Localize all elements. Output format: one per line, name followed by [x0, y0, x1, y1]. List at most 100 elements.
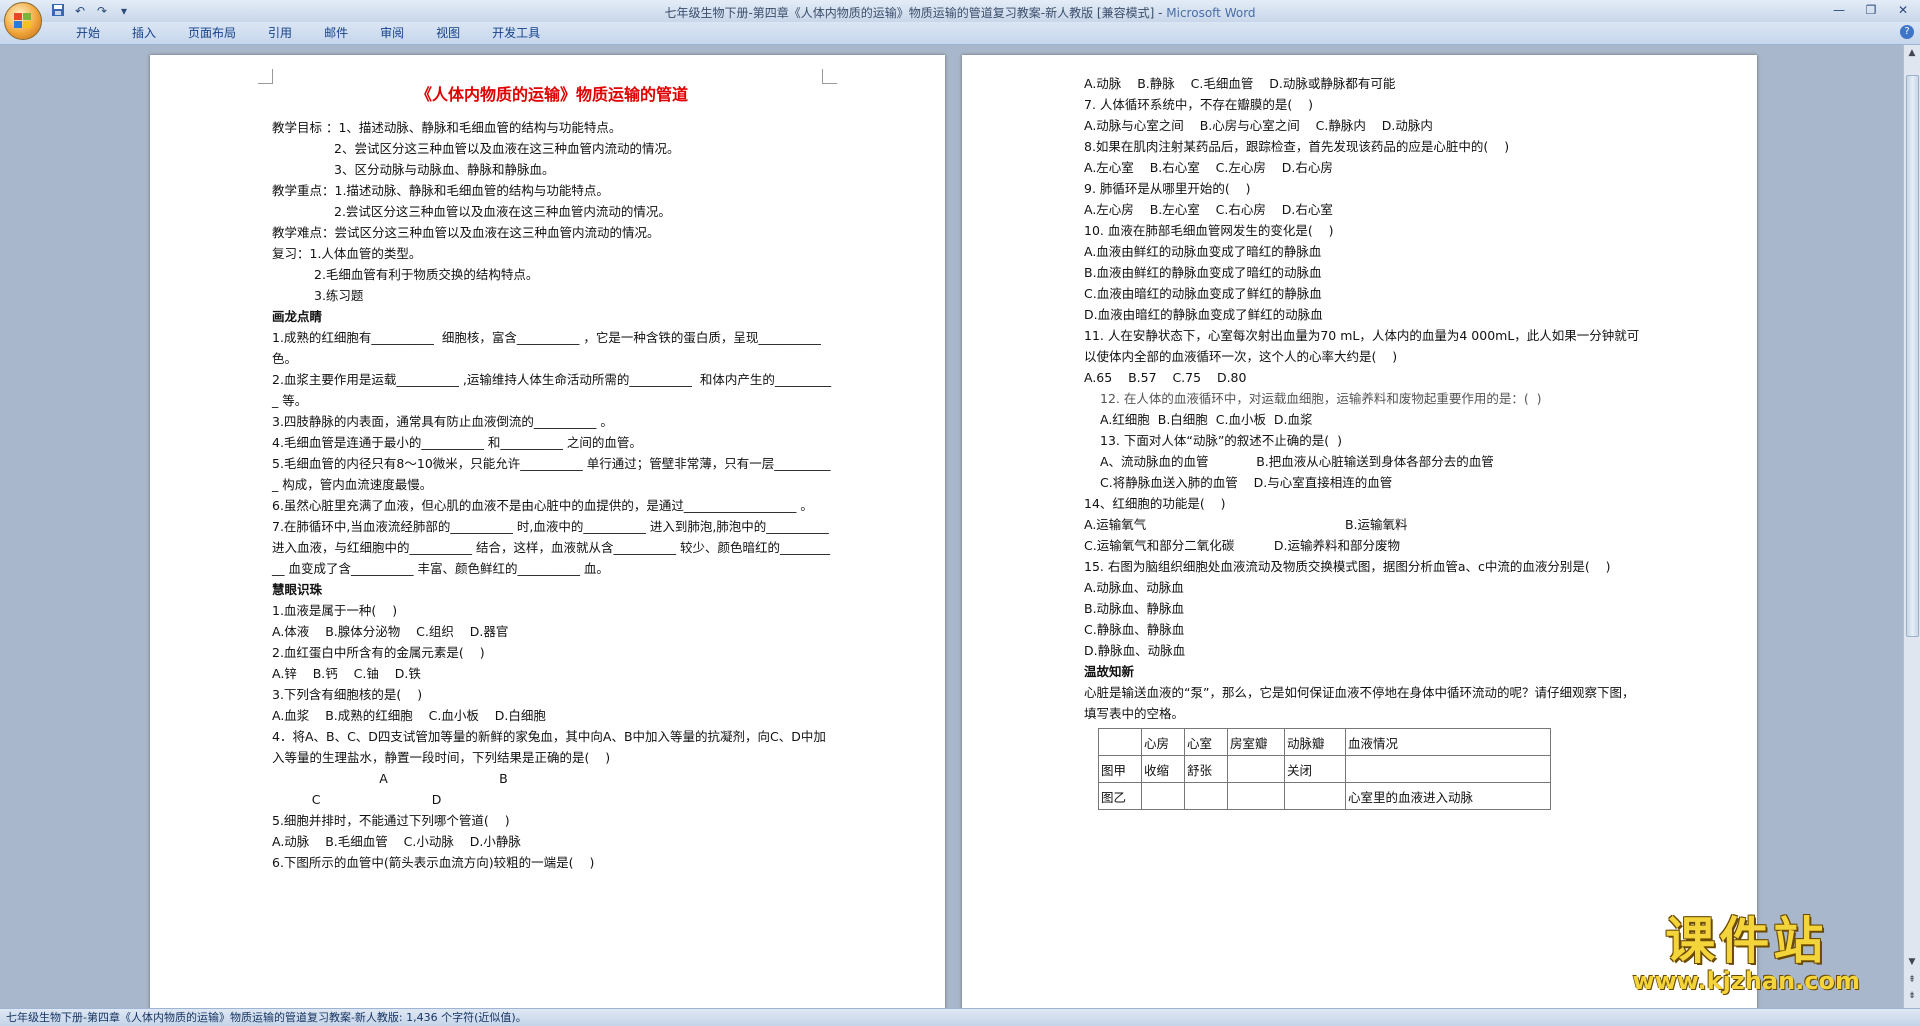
document-line: C.将静脉血送入肺的血管 D.与心室直接相连的血管	[1100, 475, 1393, 490]
document-line: A.左心室 B.右心室 C.左心房 D.右心房	[1084, 160, 1333, 175]
document-line: 教学重点：1.描述动脉、静脉和毛细血管的结构与功能特点。	[272, 183, 609, 198]
table-cell	[1345, 755, 1551, 783]
watermark-logo: 课件站 www.kjzhan.com	[1633, 901, 1860, 995]
window-controls: — ❐ ✕	[1828, 2, 1914, 18]
document-line: 15. 右图为脑组织细胞处血液流动及物质交换模式图，据图分析血管a、c中流的血液…	[1084, 559, 1611, 574]
section-heading: 慧眼识珠	[272, 582, 323, 597]
document-line: 14、红细胞的功能是( )	[1084, 496, 1226, 511]
ribbon-tab[interactable]: 引用	[252, 25, 308, 41]
document-line: 4.毛细血管是连通于最小的__________ 和__________ 之间的血…	[272, 435, 642, 450]
prev-page-icon[interactable]: ⇞	[1906, 974, 1918, 986]
document-line: 复习：1.人体血管的类型。	[272, 246, 422, 261]
document-workspace: 《人体内物质的运输》物质运输的管道 教学目标 ：1、描述动脉、静脉和毛细血管的结…	[0, 45, 1904, 1008]
document-line: 6.虽然心脏里充满了血液，但心肌的血液不是由心脏中的血提供的，是通过______…	[272, 498, 813, 513]
document-line: 3、区分动脉与动脉血、静脉和静脉血。	[334, 162, 555, 177]
document-line: 2.血红蛋白中所含有的金属元素是( )	[272, 645, 485, 660]
table-cell	[1227, 782, 1285, 810]
table-cell	[1227, 755, 1285, 783]
document-line: A.动脉血、动脉血	[1084, 580, 1184, 595]
document-line: 2.毛细血管有利于物质交换的结构特点。	[314, 267, 539, 282]
document-line: 7.在肺循环中,当血液流经肺部的__________ 时,血液中的_______…	[272, 519, 833, 576]
ribbon-tab[interactable]: 视图	[420, 25, 476, 41]
vertical-scrollbar[interactable]: ▲ ▼ ⇞ ⇟	[1903, 45, 1920, 1008]
table-cell	[1184, 782, 1228, 810]
scroll-up-icon[interactable]: ▲	[1906, 47, 1918, 59]
document-line: A B	[272, 771, 508, 786]
document-title: 《人体内物质的运输》物质运输的管道	[415, 85, 688, 104]
document-line: 心脏是输送血液的“泵”，那么，它是如何保证血液不停地在身体中循环流动的呢？请仔细…	[1084, 685, 1635, 721]
margin-mark	[258, 69, 273, 84]
ribbon-tab[interactable]: 邮件	[308, 25, 364, 41]
ribbon-tab[interactable]: 开发工具	[476, 25, 556, 41]
document-line: 3.下列含有细胞核的是( )	[272, 687, 423, 702]
document-line: D.静脉血、动脉血	[1084, 643, 1186, 658]
document-line: A.动脉与心室之间 B.心房与心室之间 C.静脉内 D.动脉内	[1084, 118, 1433, 133]
table-cell	[1284, 782, 1346, 810]
document-line: A.动脉 B.毛细血管 C.小动脉 D.小静脉	[272, 834, 521, 849]
table-cell: 收缩	[1141, 755, 1185, 783]
table-cell	[1141, 782, 1185, 810]
ribbon-tab[interactable]: 页面布局	[172, 25, 252, 41]
document-line: 9. 肺循环是从哪里开始的( )	[1084, 181, 1251, 196]
scroll-down-icon[interactable]: ▼	[1906, 956, 1918, 968]
document-line: 2.尝试区分这三种血管以及血液在这三种血管内流动的情况。	[334, 204, 671, 219]
document-page-2[interactable]: A.动脉 B.静脉 C.毛细血管 D.动脉或静脉都有可能 7. 人体循环系统中，不…	[962, 55, 1757, 1008]
section-heading: 温故知新	[1084, 664, 1135, 679]
document-page-1[interactable]: 《人体内物质的运输》物质运输的管道 教学目标 ：1、描述动脉、静脉和毛细血管的结…	[150, 55, 945, 1008]
document-line: C.运输氧气和部分二氧化碳 D.运输养料和部分废物	[1084, 538, 1401, 553]
next-page-icon[interactable]: ⇟	[1906, 990, 1918, 1002]
table-row: 图甲 收缩 舒张 关闭	[1098, 755, 1551, 783]
ribbon-tab[interactable]: 审阅	[364, 25, 420, 41]
ribbon-tab[interactable]: 插入	[116, 25, 172, 41]
window-title: 七年级生物下册-第四章《人体内物质的运输》物质运输的管道复习教案-新人教版 [兼…	[664, 6, 1256, 20]
title-bar: ↶ ↷ ▾ 七年级生物下册-第四章《人体内物质的运输》物质运输的管道复习教案-新…	[0, 0, 1920, 23]
table-row: 图乙 心室里的血液进入动脉	[1098, 782, 1551, 810]
document-line: A.65 B.57 C.75 D.80	[1084, 370, 1247, 385]
maximize-icon[interactable]: ❐	[1860, 2, 1882, 18]
document-line: 3.练习题	[314, 288, 364, 303]
document-line: 2、尝试区分这三种血管以及血液在这三种血管内流动的情况。	[334, 141, 680, 156]
table-row: 心房 心室 房室瓣 动脉瓣 血液情况	[1098, 728, 1551, 756]
document-line: A.动脉 B.静脉 C.毛细血管 D.动脉或静脉都有可能	[1084, 76, 1396, 91]
close-icon[interactable]: ✕	[1892, 2, 1914, 18]
document-line: A.血浆 B.成熟的红细胞 C.血小板 D.白细胞	[272, 708, 546, 723]
document-line: 8.如果在肌肉注射某药品后，跟踪检查，首先发现该药品的应是心脏中的( )	[1084, 139, 1510, 154]
table-cell: 心房	[1141, 728, 1185, 756]
document-line: 5.细胞并排时，不能通过下列哪个管道( )	[272, 813, 510, 828]
office-logo-icon	[14, 13, 31, 28]
status-bar: 七年级生物下册-第四章《人体内物质的运输》物质运输的管道复习教案-新人教版: 1…	[0, 1008, 1920, 1026]
table-cell: 图甲	[1098, 755, 1142, 783]
document-line: C.静脉血、静脉血	[1084, 622, 1185, 637]
document-line: A.红细胞 B.白细胞 C.血小板 D.血浆	[1100, 412, 1313, 427]
document-line: B.动脉血、静脉血	[1084, 601, 1185, 616]
table-cell: 房室瓣	[1227, 728, 1285, 756]
minimize-icon[interactable]: —	[1828, 2, 1850, 18]
document-line: C D	[272, 792, 442, 807]
ribbon-tab[interactable]: 开始	[60, 25, 116, 41]
document-line: 4．将A、B、C、D四支试管加等量的新鲜的家兔血，其中向A、B中加入等量的抗凝剂…	[272, 729, 826, 765]
table-cell: 心室	[1184, 728, 1228, 756]
office-button[interactable]	[4, 2, 42, 40]
document-line: 教学难点：尝试区分这三种血管以及血液在这三种血管内流动的情况。	[272, 225, 660, 240]
document-line: 11. 人在安静状态下，心室每次射出血量为70 mL，人体内的血量为4 000m…	[1084, 328, 1640, 364]
scrollbar-thumb[interactable]	[1906, 75, 1919, 637]
document-line: 3.四肢静脉的内表面，通常具有防止血液倒流的__________ 。	[272, 414, 613, 429]
document-line: A.血液由鲜红的动脉血变成了暗红的静脉血	[1084, 244, 1322, 259]
document-line: A.体液 B.腺体分泌物 C.组织 D.器官	[272, 624, 509, 639]
table-cell: 血液情况	[1345, 728, 1551, 756]
table-cell	[1098, 728, 1142, 756]
document-line: A、流动脉血的血管 B.把血液从心脏输送到身体各部分去的血管	[1100, 454, 1494, 469]
document-line: D.血液由暗红的静脉血变成了鲜红的动脉血	[1084, 307, 1323, 322]
document-line: 5.毛细血管的内径只有8～10微米，只能允许__________ 单行通过；管壁…	[272, 456, 831, 492]
document-line: B.血液由鲜红的静脉血变成了暗红的动脉血	[1084, 265, 1322, 280]
watermark-title: 课件站	[1665, 912, 1828, 970]
document-line: 1.血液是属于一种( )	[272, 603, 398, 618]
document-line: 10. 血液在肺部毛细血管网发生的变化是( )	[1084, 223, 1334, 238]
document-line: 6.下图所示的血管中(箭头表示血流方向)较粗的一端是( )	[272, 855, 595, 870]
help-icon[interactable]: ?	[1900, 25, 1914, 39]
document-line: 7. 人体循环系统中，不存在瓣膜的是( )	[1084, 97, 1314, 112]
document-line: 13. 下面对人体“动脉”的叙述不止确的是( )	[1100, 433, 1343, 448]
document-line: C.血液由暗红的动脉血变成了鲜红的静脉血	[1084, 286, 1322, 301]
document-line: 1.成熟的红细胞有__________ 细胞核，富含__________ ，它是…	[272, 330, 825, 366]
document-line: 12. 在人体的血液循环中，对运载血细胞，运输养料和废物起重要作用的是：( )	[1100, 391, 1542, 406]
